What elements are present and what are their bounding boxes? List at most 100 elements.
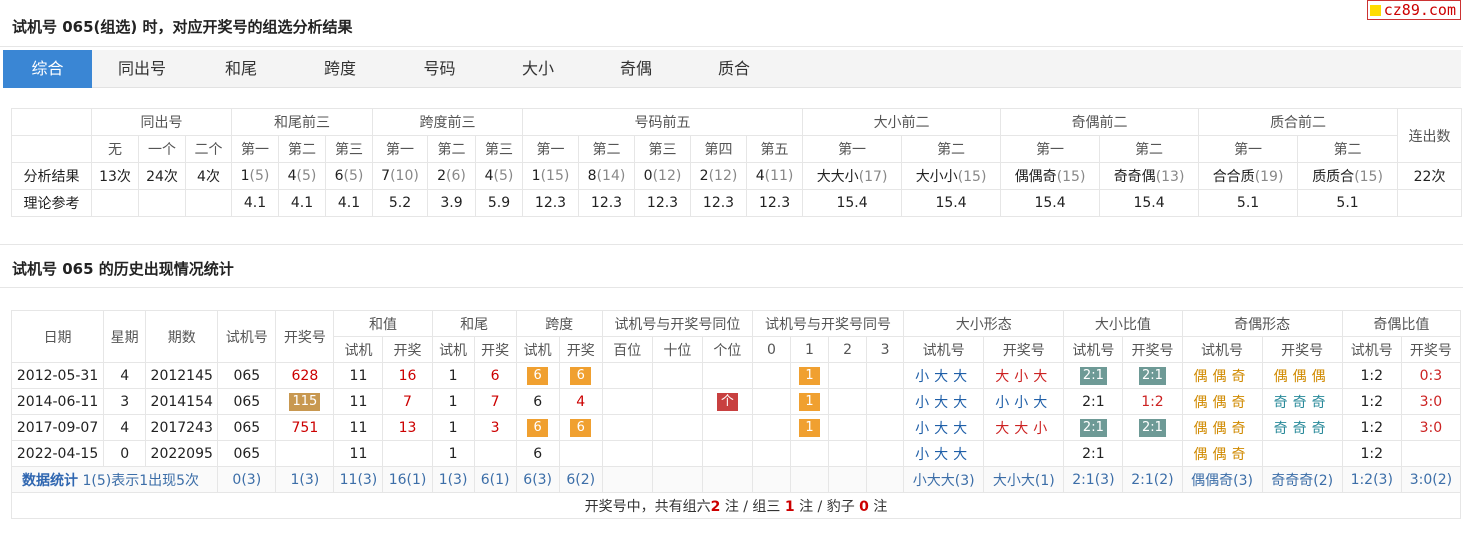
- cell-text: 6: [533, 393, 543, 410]
- stat-cell: 偶偶奇(3): [1181, 466, 1263, 493]
- group-header: 大小比值: [1063, 310, 1183, 337]
- cell-text: 2012-05-31: [16, 367, 99, 384]
- cell-bsr-d: 2:1: [1122, 362, 1183, 389]
- cell-text: 2014-06-11: [16, 393, 99, 410]
- result-cell: 2(12): [690, 162, 748, 190]
- cell-text: 065: [233, 445, 261, 462]
- cell-bs-t: 小大大: [903, 362, 985, 389]
- result-cell: 8(14): [578, 162, 636, 190]
- sub-header: 第一: [1198, 135, 1299, 163]
- stat-note: 1(5)表示1出现5次: [82, 472, 200, 489]
- cell-text: 4: [576, 393, 586, 410]
- theory-cell: 5.1: [1297, 189, 1399, 217]
- sub-header: 试机: [333, 336, 384, 363]
- cell-text: 11: [349, 367, 368, 384]
- cell-bsr-t: 2:1: [1063, 388, 1124, 415]
- logo-square-icon: [1369, 4, 1381, 16]
- cell-text: 偶偶奇: [1193, 420, 1251, 437]
- stat-label: 数据统计: [22, 472, 78, 489]
- count-group6: 2: [710, 498, 721, 515]
- theory-cell: 12.3: [522, 189, 580, 217]
- cell-text: 6: [533, 445, 543, 462]
- result-value: 合合质: [1212, 169, 1255, 185]
- cell-text: 1:2: [1360, 367, 1384, 384]
- highlight-badge: 6: [570, 366, 592, 385]
- result-cell: 4(5): [475, 162, 524, 190]
- cell-text: 小大大: [915, 368, 973, 385]
- cell-span-d: [558, 440, 603, 467]
- cell-bs-d: 大小大: [983, 362, 1065, 389]
- group-header: 和尾前三: [231, 108, 374, 136]
- tab-prime-composite[interactable]: 质合: [685, 50, 783, 88]
- cell-text: 2017243: [150, 419, 213, 436]
- tab-number[interactable]: 号码: [390, 50, 489, 88]
- sub-header: 第一: [231, 135, 280, 163]
- site-logo[interactable]: cz89.com: [1366, 0, 1461, 20]
- cell-text: 3: [490, 419, 500, 436]
- cell-bs-t: 小大大: [903, 440, 985, 467]
- table-row: 2022-04-15 0 2022095 065 11 1 6 小大大 2:1 偶偶奇 1:2: [10, 440, 1462, 467]
- cell-bsr-d: 1:2: [1122, 388, 1183, 415]
- sub-header: 开奖号: [983, 336, 1065, 363]
- stat-cell: 2:1(3): [1063, 466, 1124, 493]
- theory-cell: 4.1: [231, 189, 280, 217]
- cell-text: 11: [349, 393, 368, 410]
- theory-cell: [184, 189, 233, 217]
- sub-header: 试机号: [1341, 336, 1402, 363]
- cell-text: 大小大: [995, 368, 1053, 385]
- stat-cell: 2:1(2): [1122, 466, 1183, 493]
- result-cell: 偶偶奇(15): [1000, 162, 1101, 190]
- cell-tail-d: 3: [473, 414, 517, 441]
- col-test: 试机号: [217, 310, 277, 363]
- group-header: 连出数: [1397, 108, 1463, 163]
- table-row: 2017-09-07 4 2017243 065 751 11 13 1 3 6 6 1 小大大 大大小 2…: [10, 414, 1462, 441]
- cell-text: 奇奇奇: [1273, 394, 1331, 411]
- cell-text: 1:2: [1360, 419, 1384, 436]
- col-draw: 开奖号: [275, 310, 335, 363]
- group-header: 奇偶比值: [1341, 310, 1462, 337]
- cell-bs-t: 小大大: [903, 388, 985, 415]
- tab-overview[interactable]: 综合: [3, 50, 92, 88]
- sub-header: 第三: [475, 135, 524, 163]
- tab-big-small[interactable]: 大小: [489, 50, 587, 88]
- result-cell: 4(5): [278, 162, 327, 190]
- theory-cell: 12.3: [690, 189, 748, 217]
- cell-draw: 115: [275, 388, 335, 415]
- sub-header: 开奖号: [1261, 336, 1343, 363]
- cell-text: 6: [490, 367, 500, 384]
- tab-common[interactable]: 同出号: [92, 50, 192, 88]
- cell-oer-t: 1:2: [1341, 362, 1402, 389]
- cell-draw: [275, 440, 335, 467]
- theory-cell: 15.4: [901, 189, 1002, 217]
- result-value: 4次: [197, 169, 220, 185]
- tab-span[interactable]: 跨度: [290, 50, 390, 88]
- stat-cell: 6(2): [558, 466, 603, 493]
- history-title: 试机号 065 的历史出现情况统计: [12, 260, 234, 278]
- cell-text: 1: [448, 445, 458, 462]
- cell-oe-d: 奇奇奇: [1261, 414, 1343, 441]
- result-count: (14): [596, 168, 626, 184]
- result-value: 质质合: [1312, 169, 1355, 185]
- cell-text: 3:0: [1419, 419, 1443, 436]
- cell-oe-t: 偶偶奇: [1181, 414, 1263, 441]
- cell-tail-t: 1: [431, 388, 475, 415]
- tab-sum-tail[interactable]: 和尾: [192, 50, 290, 88]
- section-header: 试机号 065 的历史出现情况统计: [0, 244, 1463, 288]
- tab-odd-even[interactable]: 奇偶: [587, 50, 685, 88]
- cell-date: 2014-06-11: [10, 388, 105, 415]
- cell-tail-d: 7: [473, 388, 517, 415]
- cell-text: 2:1: [1082, 445, 1105, 462]
- sub-header: 第二: [578, 135, 636, 163]
- stat-cell: 1(3): [431, 466, 475, 493]
- cell-tail-d: 6: [473, 362, 517, 389]
- theory-cell: 15.4: [1000, 189, 1101, 217]
- sub-header: 第一: [522, 135, 580, 163]
- highlight-badge: 6: [527, 418, 549, 437]
- cell-oer-d: [1400, 440, 1462, 467]
- cell-oe-t: 偶偶奇: [1181, 388, 1263, 415]
- cell-bs-t: 小大大: [903, 414, 985, 441]
- result-count: (15): [957, 169, 987, 185]
- cell-bs-d: 小小大: [983, 388, 1065, 415]
- highlight-badge: 2:1: [1139, 366, 1166, 385]
- cell-date: 2017-09-07: [10, 414, 105, 441]
